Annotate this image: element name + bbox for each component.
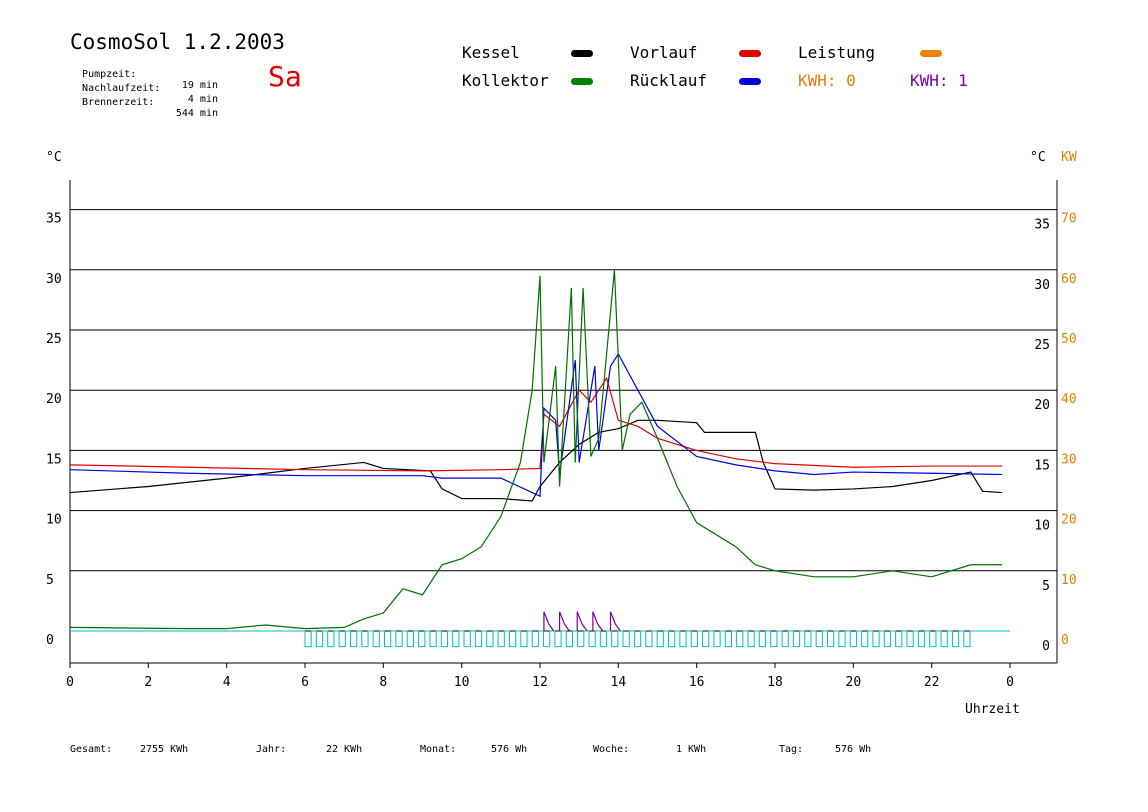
y2-tick-label: 20: [1061, 513, 1077, 528]
y-tick-label-right: 5: [1042, 579, 1050, 594]
footer-woche-value: 1 KWh: [676, 744, 707, 755]
y-tick-label-right: 20: [1034, 398, 1050, 413]
y2-tick-label: 50: [1061, 332, 1077, 347]
x-tick-label: 0: [66, 675, 74, 690]
leistung-pulse: [543, 611, 555, 632]
y-tick-label-right: 25: [1034, 338, 1050, 353]
y-tick-label-right: 35: [1034, 218, 1050, 233]
x-tick-label: 10: [454, 675, 470, 690]
y-tick-label-right: 15: [1034, 458, 1050, 473]
y-tick-label-left: 25: [46, 332, 62, 347]
y-tick-label-right: 0: [1042, 639, 1050, 654]
y-tick-label-right: 30: [1034, 278, 1050, 293]
footer-jahr-label: Jahr:: [256, 744, 287, 755]
series-line-kessel: [69, 419, 1003, 502]
x-tick-label: 18: [767, 675, 783, 690]
footer-jahr-value: 22 KWh: [326, 744, 363, 755]
y2-tick-label: 70: [1061, 212, 1077, 227]
x-tick-label: 14: [611, 675, 627, 690]
chart-area: 0 0 05 5 1010 10 2015 15 3020 20 4025 25 5030 30 6035 3…: [46, 180, 1077, 690]
y2-tick-label: 10: [1061, 573, 1077, 588]
footer-woche-label: Woche:: [593, 744, 630, 755]
series-line-ruecklauf: [69, 352, 1003, 498]
leistung-pulse: [576, 611, 588, 632]
leistung-pulse: [592, 611, 604, 632]
x-tick-label: 20: [846, 675, 862, 690]
footer-monat-label: Monat:: [420, 744, 457, 755]
footer-tag-value: 576 Wh: [835, 744, 872, 755]
y-tick-label-left: 5: [46, 573, 54, 588]
y2-tick-label: 30: [1061, 452, 1077, 467]
footer-tag-label: Tag:: [779, 744, 804, 755]
y-tick-label-right: 10: [1034, 519, 1050, 534]
leistung-pulse: [609, 611, 621, 632]
y-tick-label-left: 0: [46, 633, 54, 648]
y2-tick-label: 60: [1061, 272, 1077, 287]
y-tick-label-left: 15: [46, 452, 62, 467]
x-tick-label: 22: [924, 675, 940, 690]
y2-tick-label: 0: [1061, 633, 1069, 648]
y-tick-label-left: 30: [46, 272, 62, 287]
series-line-vorlauf: [69, 376, 1003, 472]
x-tick-label: 2: [144, 675, 152, 690]
footer-monat-value: 576 Wh: [491, 744, 528, 755]
y-tick-label-left: 20: [46, 392, 62, 407]
x-tick-label: 8: [379, 675, 387, 690]
x-tick-label: 16: [689, 675, 705, 690]
x-tick-label: 0: [1006, 675, 1014, 690]
pump-pulse-line: [70, 630, 1010, 648]
y-tick-label-left: 10: [46, 513, 62, 528]
x-tick-label: 6: [301, 675, 309, 690]
x-tick-label: 12: [532, 675, 548, 690]
y-tick-label-left: 35: [46, 212, 62, 227]
footer-gesamt-value: 2755 KWh: [140, 744, 189, 755]
footer-gesamt-label: Gesamt:: [70, 744, 113, 755]
y2-tick-label: 40: [1061, 392, 1077, 407]
leistung-pulse: [558, 611, 570, 632]
x-tick-label: 4: [223, 675, 231, 690]
series-line-kollektor: [69, 269, 1003, 630]
